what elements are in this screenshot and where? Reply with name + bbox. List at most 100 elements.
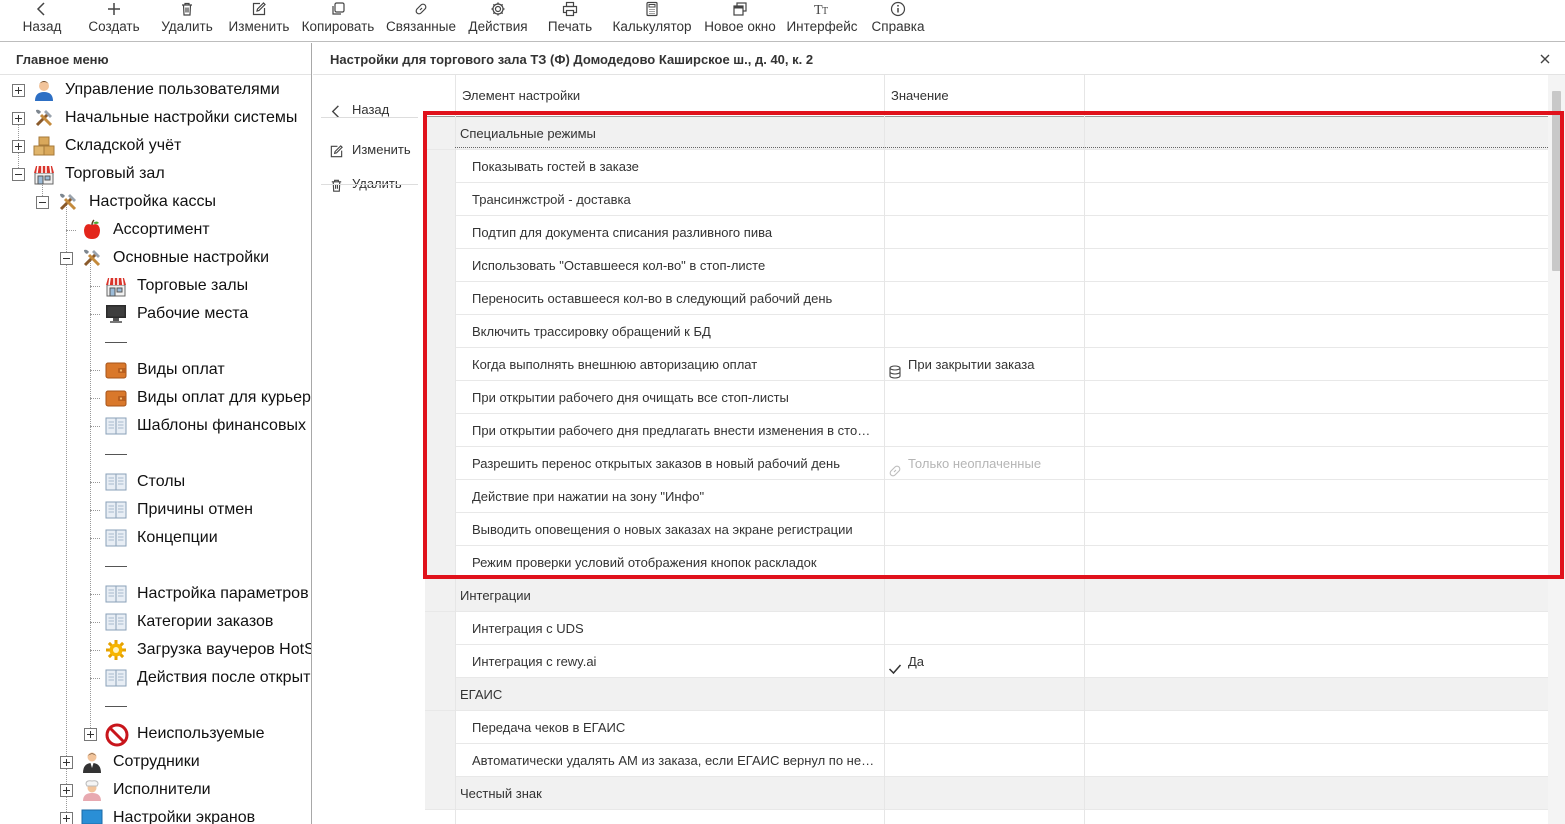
group-label: Интеграции xyxy=(460,588,531,603)
font-icon: TT xyxy=(786,1,858,18)
toolbar-button-label: Изменить xyxy=(228,19,290,34)
close-button[interactable] xyxy=(1537,51,1553,67)
tree-guide-line xyxy=(90,370,100,371)
row-gutter xyxy=(425,744,455,777)
table-row[interactable]: Когда выполнять внешнюю авторизацию опла… xyxy=(425,348,1548,381)
tree-item[interactable]: Виды оплат xyxy=(0,356,311,384)
tree-item[interactable]: Концепции xyxy=(0,524,311,552)
toolbar-button-7[interactable]: Печать xyxy=(542,0,598,42)
menu-separator xyxy=(105,706,127,707)
collapse-icon[interactable] xyxy=(60,252,73,265)
setting-value-text: Да xyxy=(908,654,925,669)
table-row[interactable]: Использовать "Оставшееся кол-во" в стоп-… xyxy=(425,249,1548,282)
tree-item[interactable]: Складской учёт xyxy=(0,132,311,160)
expand-icon[interactable] xyxy=(60,756,73,769)
link-icon xyxy=(385,1,457,18)
table-row[interactable]: Режим проверки условий отображения кнопо… xyxy=(425,546,1548,579)
toolbar-button-11[interactable]: Справка xyxy=(867,0,929,42)
tree-item[interactable]: Исполнители xyxy=(0,776,311,804)
tree-item[interactable]: Столы xyxy=(0,468,311,496)
tree-item[interactable]: Рабочие места xyxy=(0,300,311,328)
collapse-icon[interactable] xyxy=(12,168,25,181)
table-row[interactable]: При открытии рабочего дня очищать все ст… xyxy=(425,381,1548,414)
svg-text:T: T xyxy=(822,6,828,17)
row-gutter xyxy=(425,315,455,348)
sidebar-title: Главное меню xyxy=(16,52,109,67)
toolbar-button-6[interactable]: Действия xyxy=(466,0,530,42)
tree-item[interactable]: Действия после открытия дня xyxy=(0,664,311,692)
table-row[interactable]: Подтип для документа списания разливного… xyxy=(425,216,1548,249)
toolbar-button-3[interactable]: Изменить xyxy=(226,0,292,42)
toolbar-button-5[interactable]: Связанные xyxy=(385,0,457,42)
tree-item[interactable]: Загрузка ваучеров HotSpot xyxy=(0,636,311,664)
table-row[interactable]: Трансинжстрой - доставка xyxy=(425,183,1548,216)
tree-item[interactable]: Управление пользователями xyxy=(0,76,311,104)
toolbar-button-0[interactable]: Назад xyxy=(12,0,72,42)
setting-name: Показывать гостей в заказе xyxy=(472,159,639,174)
toolbar-button-label: Действия xyxy=(468,19,528,34)
book-icon xyxy=(105,611,127,633)
tree-item[interactable]: Настройка кассы xyxy=(0,188,311,216)
group-row[interactable]: Специальные режимы xyxy=(425,117,1548,150)
table-row[interactable]: При открытии рабочего дня предлагать вне… xyxy=(425,414,1548,447)
group-row[interactable]: Интеграции xyxy=(425,579,1548,612)
table-row[interactable]: Включить трассировку обращений к БД xyxy=(425,315,1548,348)
group-row[interactable]: ЕГАИС xyxy=(425,678,1548,711)
tree-item[interactable]: Торговые залы xyxy=(0,272,311,300)
tree-item[interactable]: Ассортимент xyxy=(0,216,311,244)
tree-item-label: Начальные настройки системы xyxy=(65,109,298,126)
store-icon xyxy=(105,275,127,297)
expand-icon[interactable] xyxy=(60,812,73,824)
toolbar-button-8[interactable]: Калькулятор xyxy=(611,0,693,42)
tree-item[interactable]: Причины отмен xyxy=(0,496,311,524)
group-row[interactable]: Честный знак xyxy=(425,777,1548,810)
tree-guide-line xyxy=(90,398,100,399)
tree-guide-line xyxy=(90,594,100,595)
toolbar-button-label: Назад xyxy=(22,19,62,34)
wallet-icon xyxy=(105,387,127,409)
table-row[interactable]: Действие при нажатии на зону "Инфо" xyxy=(425,480,1548,513)
tree-item-label: Торговый зал xyxy=(65,165,165,182)
table-row[interactable]: Интеграция с rewy.ai Да xyxy=(425,645,1548,678)
toolbar-button-9[interactable]: Новое окно xyxy=(701,0,779,42)
expand-icon[interactable] xyxy=(12,140,25,153)
scrollbar-thumb[interactable] xyxy=(1552,91,1561,271)
tree-item[interactable]: Неиспользуемые xyxy=(0,720,311,748)
tree-item-label: Основные настройки xyxy=(113,249,270,266)
expand-icon[interactable] xyxy=(60,784,73,797)
tree-item-label: Причины отмен xyxy=(137,501,253,518)
tree-item[interactable]: Сотрудники xyxy=(0,748,311,776)
toolbar-button-10[interactable]: T T Интерфейс xyxy=(786,0,858,42)
row-gutter xyxy=(425,150,455,183)
tree-item[interactable]: Категории заказов xyxy=(0,608,311,636)
toolbar-button-4[interactable]: Копировать xyxy=(300,0,376,42)
tree-item[interactable]: Торговый зал xyxy=(0,160,311,188)
collapse-icon[interactable] xyxy=(36,196,49,209)
table-row[interactable]: Выводить оповещения о новых заказах на э… xyxy=(425,513,1548,546)
chevron-left-icon xyxy=(12,1,72,18)
setting-name: Использовать "Оставшееся кол-во" в стоп-… xyxy=(472,258,766,273)
table-row[interactable]: Автоматически удалять АМ из заказа, если… xyxy=(425,744,1548,777)
column-header-setting[interactable]: Элемент настройки xyxy=(462,75,580,116)
column-header-value[interactable]: Значение xyxy=(891,75,949,116)
tree-item[interactable]: Виды оплат для курьеров xyxy=(0,384,311,412)
tree-item-label: Загрузка ваучеров HotSpot xyxy=(137,641,311,658)
expand-icon[interactable] xyxy=(12,84,25,97)
setting-name: Интеграция с rewy.ai xyxy=(472,654,597,669)
tree-item[interactable]: Начальные настройки системы xyxy=(0,104,311,132)
table-row[interactable]: Передача чеков в ЕГАИС xyxy=(425,711,1548,744)
table-row[interactable]: Переносить оставшееся кол-во в следующий… xyxy=(425,282,1548,315)
tree-item[interactable]: Настройка параметров xyxy=(0,580,311,608)
toolbar-button-1[interactable]: Создать xyxy=(82,0,146,42)
tree-item[interactable]: Шаблоны финансовых операций xyxy=(0,412,311,440)
tree-item[interactable]: Основные настройки xyxy=(0,244,311,272)
table-row[interactable]: Показывать гостей в заказе xyxy=(425,150,1548,183)
expand-icon[interactable] xyxy=(84,728,97,741)
expand-icon[interactable] xyxy=(12,112,25,125)
table-row[interactable]: Интеграция с UDS xyxy=(425,612,1548,645)
tree-item[interactable]: Настройки экранов xyxy=(0,804,311,824)
table-row[interactable]: Разрешить перенос открытых заказов в нов… xyxy=(425,447,1548,480)
vertical-scrollbar[interactable] xyxy=(1548,75,1565,824)
toolbar-button-2[interactable]: Удалить xyxy=(157,0,217,42)
tree-item-label: Сотрудники xyxy=(113,753,200,770)
